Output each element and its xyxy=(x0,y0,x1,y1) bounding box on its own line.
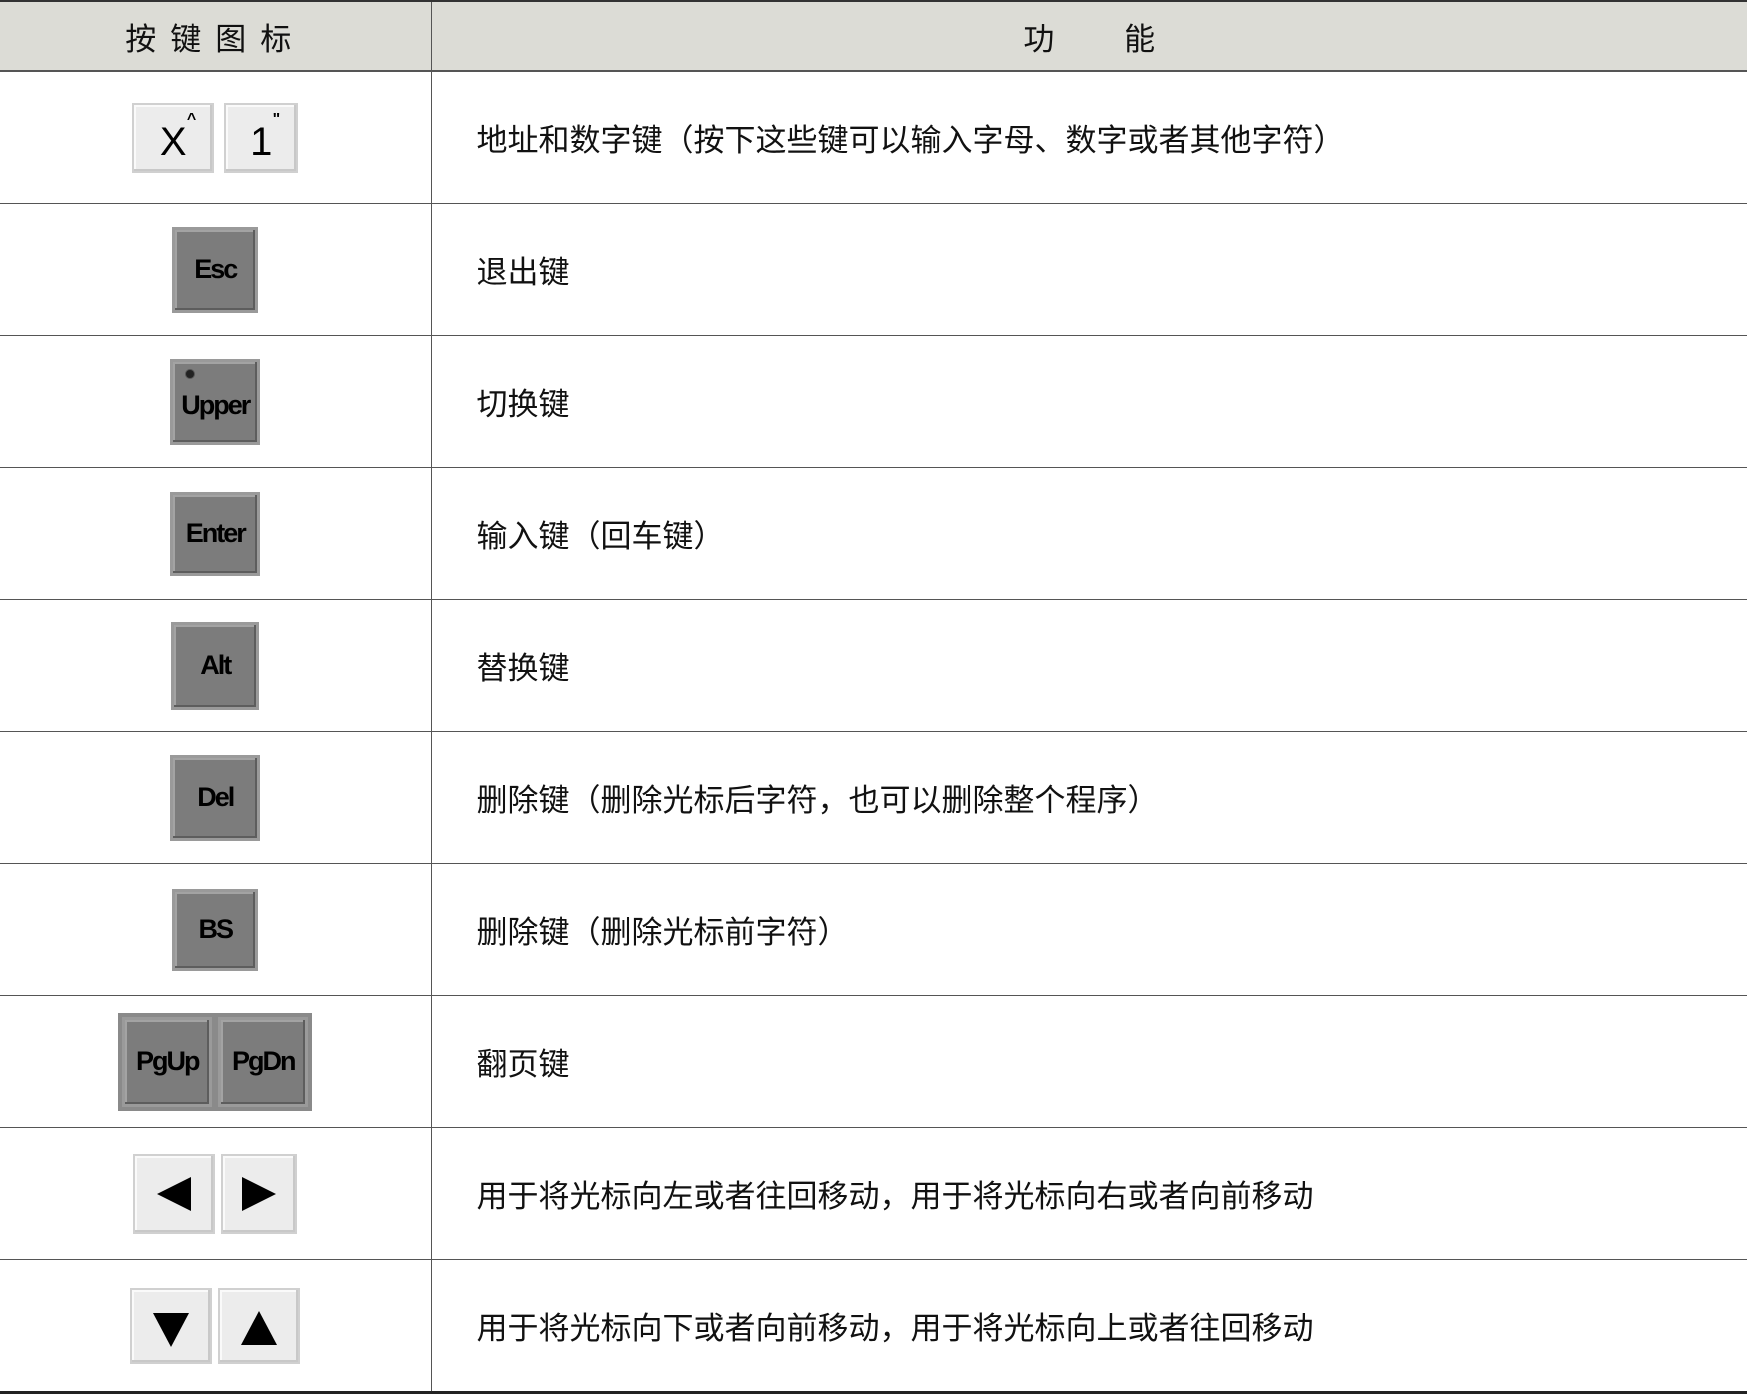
key-icon-cell xyxy=(0,1259,432,1394)
function-desc: 地址和数字键（按下这些键可以输入字母、数字或者其他字符） xyxy=(431,71,1747,204)
table-row: X ^ 1 " 地址和数字键（按下这些键可以输入字母、数字或者其他字符） xyxy=(0,71,1747,204)
key-secondary-label: " xyxy=(272,110,281,128)
key-label: Enter xyxy=(185,518,247,548)
table-row: Enter 输入键（回车键） xyxy=(0,467,1747,600)
function-desc: 翻页键 xyxy=(431,995,1747,1128)
left-arrow-icon xyxy=(157,1176,192,1211)
function-desc: 删除键（删除光标后字符，也可以删除整个程序） xyxy=(431,731,1747,864)
enter-key[interactable]: Enter xyxy=(170,491,261,576)
table-row: Upper 切换键 xyxy=(0,335,1747,468)
esc-key[interactable]: Esc xyxy=(172,226,259,313)
table-row: 用于将光标向左或者往回移动，用于将光标向右或者向前移动 xyxy=(0,1127,1747,1260)
up-arrow-key[interactable] xyxy=(218,1287,301,1364)
key-label: Del xyxy=(197,782,235,812)
key-label: Alt xyxy=(200,650,232,680)
table-row: Del 删除键（删除光标后字符，也可以删除整个程序） xyxy=(0,731,1747,864)
down-arrow-key[interactable] xyxy=(130,1287,213,1364)
down-arrow-icon xyxy=(153,1312,190,1347)
key-icon-cell: Del xyxy=(0,731,432,864)
del-key[interactable]: Del xyxy=(170,754,261,841)
key-function-table: 按键图标 功 能 X ^ 1 " 地址和数字键（按下这些键可以输入字母、数字或者… xyxy=(0,0,1747,1394)
function-desc: 退出键 xyxy=(431,203,1747,336)
up-arrow-icon xyxy=(241,1310,278,1345)
table-row: 用于将光标向下或者向前移动，用于将光标向上或者往回移动 xyxy=(0,1259,1747,1394)
right-arrow-key[interactable] xyxy=(221,1153,298,1234)
pgdn-key[interactable]: PgDn xyxy=(218,1016,309,1107)
table-row: Esc 退出键 xyxy=(0,203,1747,336)
key-icon-cell: Upper xyxy=(0,335,432,468)
header-function: 功 能 xyxy=(431,0,1747,72)
function-desc: 用于将光标向左或者往回移动，用于将光标向右或者向前移动 xyxy=(431,1127,1747,1260)
left-arrow-key[interactable] xyxy=(133,1153,216,1234)
key-label: PgUp xyxy=(136,1046,200,1076)
number-key[interactable]: 1 " xyxy=(224,102,299,173)
function-desc: 替换键 xyxy=(431,599,1747,732)
function-desc: 输入键（回车键） xyxy=(431,467,1747,600)
key-icon-cell: X ^ 1 " xyxy=(0,71,432,204)
header-key-icon: 按键图标 xyxy=(0,0,432,72)
key-secondary-label: ^ xyxy=(186,110,197,128)
right-arrow-icon xyxy=(242,1176,277,1211)
table-row: BS 删除键（删除光标前字符） xyxy=(0,863,1747,996)
function-desc: 用于将光标向下或者向前移动，用于将光标向上或者往回移动 xyxy=(431,1259,1747,1394)
key-label: 1 xyxy=(250,120,273,164)
key-label: Esc xyxy=(194,254,238,284)
indicator-dot-icon xyxy=(185,368,196,379)
key-label: X xyxy=(159,120,187,164)
key-icon-cell xyxy=(0,1127,432,1260)
header-row: 按键图标 功 能 xyxy=(0,0,1747,72)
key-icon-cell: Esc xyxy=(0,203,432,336)
key-icon-cell: Enter xyxy=(0,467,432,600)
key-icon-cell: Alt xyxy=(0,599,432,732)
alt-key[interactable]: Alt xyxy=(171,621,260,710)
table-row: Alt 替换键 xyxy=(0,599,1747,732)
bs-key[interactable]: BS xyxy=(172,888,259,971)
key-label: Upper xyxy=(181,390,251,420)
key-label: BS xyxy=(198,914,233,944)
function-desc: 切换键 xyxy=(431,335,1747,468)
function-desc: 删除键（删除光标前字符） xyxy=(431,863,1747,996)
upper-key[interactable]: Upper xyxy=(170,358,261,445)
pgup-key[interactable]: PgUp xyxy=(122,1016,213,1107)
table-row: PgUp PgDn 翻页键 xyxy=(0,995,1747,1128)
key-icon-cell: BS xyxy=(0,863,432,996)
key-icon-cell: PgUp PgDn xyxy=(0,995,432,1128)
key-label: PgDn xyxy=(232,1046,296,1076)
address-key[interactable]: X ^ xyxy=(132,102,215,173)
